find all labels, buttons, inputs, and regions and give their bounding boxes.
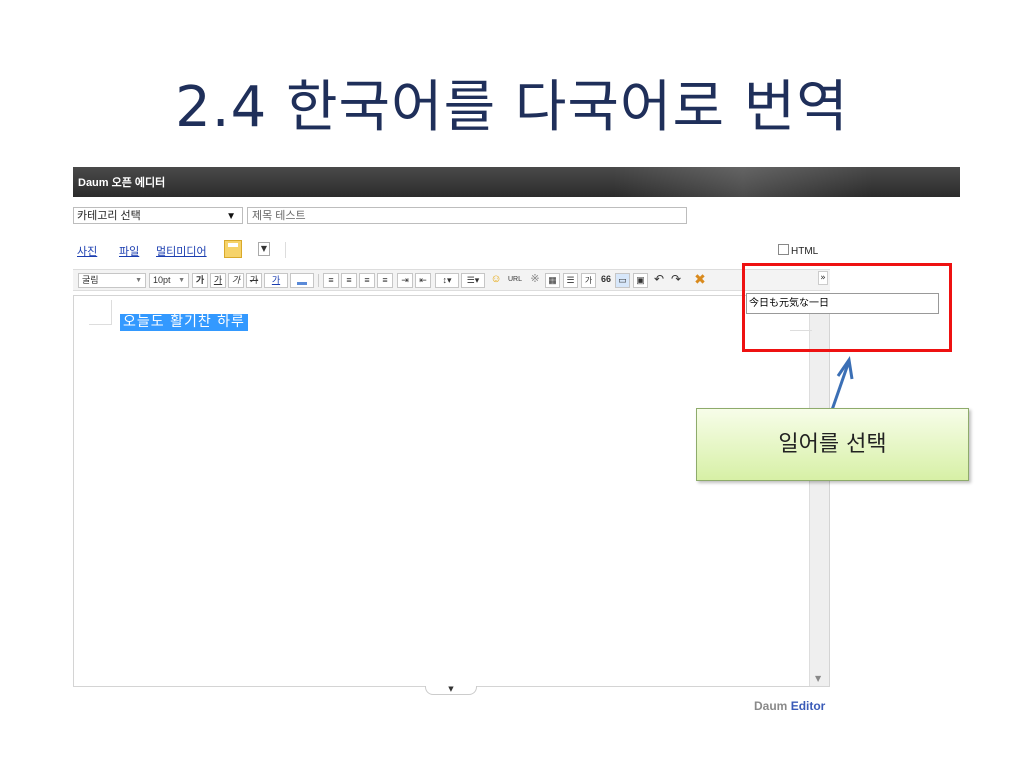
callout-arrow <box>830 356 854 411</box>
callout-box: 일어를 선택 <box>696 408 969 481</box>
